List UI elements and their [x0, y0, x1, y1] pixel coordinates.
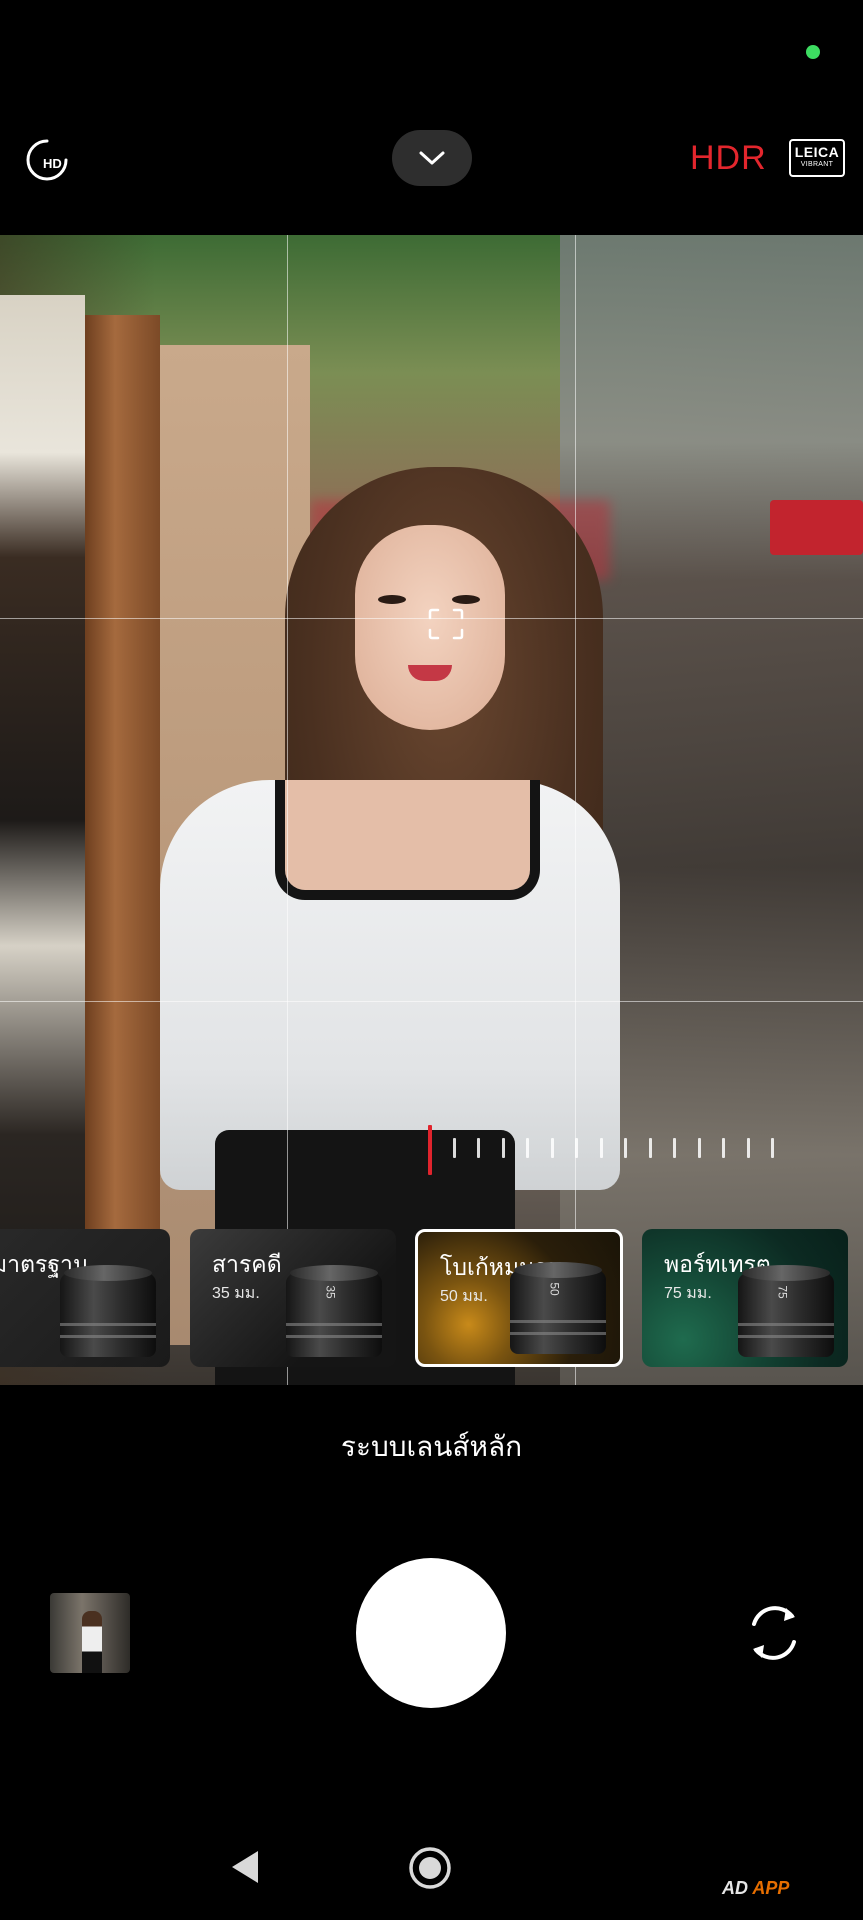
zoom-tick: [697, 1138, 701, 1158]
expand-settings-button[interactable]: [392, 130, 472, 186]
lens-focal-length: 50 มม.: [440, 1288, 488, 1305]
zoom-current-indicator: [428, 1125, 432, 1175]
lens-focal-length: 75 มม.: [664, 1285, 712, 1302]
subject-neckline: [275, 780, 540, 900]
grid-line-horizontal-2: [0, 1001, 863, 1002]
lens-focal-length: 35 มม.: [212, 1285, 260, 1302]
zoom-tick: [648, 1138, 652, 1158]
viewfinder-door-frame: [85, 315, 160, 1315]
switch-camera-icon[interactable]: [740, 1594, 808, 1672]
zoom-tick: [771, 1138, 774, 1158]
lens-image: 75: [738, 1265, 834, 1357]
zoom-tick: [477, 1138, 480, 1158]
viewfinder-left-wall: [0, 295, 85, 1345]
lens-image: 50: [510, 1262, 606, 1354]
zoom-tick: [452, 1138, 456, 1158]
zoom-tick: [746, 1138, 750, 1158]
lens-mark-label: 35: [323, 1285, 338, 1299]
lens-option-3[interactable]: พอร์ทเทรต 75 มม. 75: [642, 1229, 848, 1367]
zoom-tick: [722, 1138, 725, 1158]
watermark: AD APP: [722, 1878, 790, 1898]
nav-home-icon[interactable]: [408, 1846, 452, 1890]
focus-frame-icon[interactable]: [428, 608, 464, 640]
thumbnail-subject: [82, 1611, 102, 1673]
leica-mode-label: VIBRANT: [800, 161, 834, 168]
lens-mark-label: 75: [775, 1285, 790, 1299]
shutter-button[interactable]: [356, 1558, 506, 1708]
grid-line-vertical-1: [287, 235, 288, 1385]
camera-in-use-indicator: [806, 45, 820, 59]
hd-quality-toggle[interactable]: HD: [22, 135, 72, 185]
lens-option-1[interactable]: สารคดี 35 มม. 35: [190, 1229, 396, 1367]
gallery-thumbnail[interactable]: [50, 1593, 130, 1673]
zoom-tick: [575, 1138, 578, 1158]
svg-text:HD: HD: [43, 156, 62, 171]
grid-line-vertical-2: [575, 235, 576, 1385]
lens-mark-label: 50: [547, 1282, 562, 1296]
viewfinder-background-shops: [560, 235, 863, 1385]
subject-eye-left: [378, 595, 406, 604]
lens-option-0[interactable]: มาตรฐาน: [0, 1229, 170, 1367]
lens-image: 35: [286, 1265, 382, 1357]
zoom-tick: [501, 1138, 505, 1158]
subject-eye-right: [452, 595, 480, 604]
lens-image: [60, 1265, 156, 1357]
zoom-tick: [526, 1138, 529, 1158]
leica-brand-label: LEICA: [794, 144, 840, 160]
lens-name: สารคดี: [212, 1251, 282, 1277]
zoom-tick: [673, 1138, 676, 1158]
zoom-tick: [624, 1138, 627, 1158]
chevron-down-icon: [419, 151, 445, 165]
leica-style-button[interactable]: LEICA VIBRANT: [789, 139, 845, 177]
hd-quality-icon: HD: [26, 139, 68, 181]
lens-option-2[interactable]: โบเก้หมุนวน 50 มม. 50: [415, 1229, 623, 1367]
nav-back-icon[interactable]: [228, 1848, 262, 1886]
camera-viewfinder[interactable]: [0, 235, 863, 1385]
zoom-tick: [599, 1138, 603, 1158]
zoom-tick: [550, 1138, 554, 1158]
lens-system-label: ระบบเลนส์หลัก: [340, 1431, 523, 1462]
hdr-toggle[interactable]: HDR: [690, 139, 767, 178]
zoom-ruler[interactable]: [428, 1125, 788, 1175]
viewfinder-red-awning: [770, 500, 863, 555]
